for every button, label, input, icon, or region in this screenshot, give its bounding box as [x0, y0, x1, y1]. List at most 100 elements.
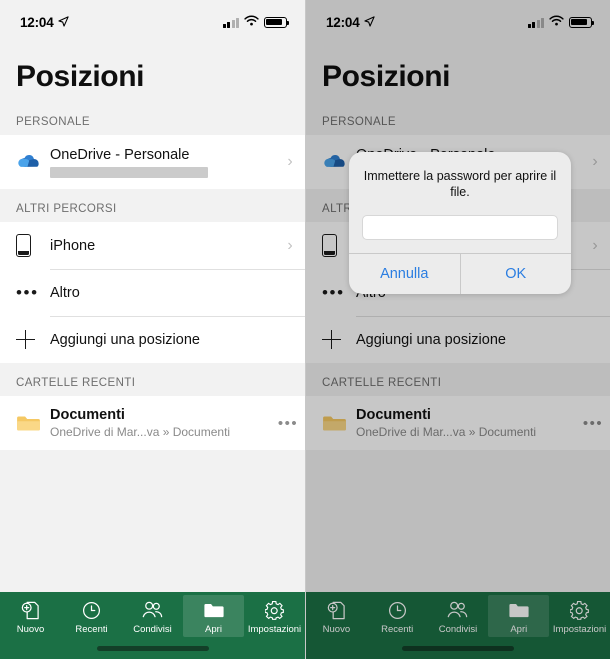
- tab-nuovo[interactable]: Nuovo: [0, 595, 61, 637]
- chevron-right-icon: ›: [287, 153, 293, 170]
- tab-label: Nuovo: [322, 624, 351, 635]
- list-altri-percorsi: iPhone › ••• Altro Aggiungi una posizion…: [0, 222, 305, 363]
- list-item-title: iPhone: [50, 237, 96, 254]
- status-bar: 12:04: [306, 0, 610, 44]
- wifi-icon: [244, 13, 259, 31]
- list-item-iphone[interactable]: iPhone ›: [0, 222, 305, 269]
- clock-icon: [82, 600, 101, 621]
- status-indicators: [527, 13, 595, 31]
- status-bar: 12:04: [0, 0, 305, 44]
- battery-icon: [264, 16, 290, 28]
- documenti-row-body: Documenti OneDrive di Mar...va » Documen…: [356, 407, 576, 439]
- folder-icon: [322, 414, 356, 433]
- status-time-label: 12:04: [326, 14, 360, 30]
- section-header-personale: PERSONALE: [0, 102, 305, 135]
- password-dialog-body: Immettere la password per aprire il file…: [349, 152, 571, 253]
- onedrive-row-body: OneDrive - Personale: [50, 147, 275, 178]
- tab-label: Impostazioni: [552, 624, 607, 635]
- chevron-right-icon: ›: [592, 153, 598, 170]
- list-personale: OneDrive - Personale ›: [0, 135, 305, 189]
- section-header-cartelle-recenti: CARTELLE RECENTI: [0, 363, 305, 396]
- list-item-onedrive[interactable]: OneDrive - Personale ›: [0, 135, 305, 189]
- password-dialog: Immettere la password per aprire il file…: [349, 152, 571, 294]
- list-item-aggiungi-posizione[interactable]: Aggiungi una posizione: [306, 316, 610, 363]
- list-item-title: Documenti: [356, 407, 431, 423]
- page-title: Posizioni: [322, 60, 451, 93]
- gear-icon: [265, 600, 284, 621]
- chevron-right-icon: ›: [287, 236, 293, 254]
- wifi-icon: [549, 13, 564, 31]
- new-document-icon: [21, 600, 40, 621]
- plus-icon: [322, 330, 356, 349]
- tab-impostazioni[interactable]: Impostazioni: [549, 595, 610, 637]
- password-input[interactable]: [362, 214, 558, 240]
- bottom-tab-bar: Nuovo Recenti Condivisi Apri Impostazion…: [306, 592, 610, 659]
- list-item-title: Aggiungi una posizione: [50, 331, 200, 348]
- folder-icon: [16, 414, 50, 433]
- status-time-label: 12:04: [20, 14, 54, 30]
- status-time-group: 12:04: [326, 15, 375, 30]
- people-icon: [446, 600, 469, 621]
- new-document-icon: [327, 600, 346, 621]
- aggiungi-row-body: Aggiungi una posizione: [50, 332, 275, 348]
- tab-recenti[interactable]: Recenti: [61, 595, 122, 637]
- tab-recenti[interactable]: Recenti: [367, 595, 428, 637]
- tab-impostazioni[interactable]: Impostazioni: [244, 595, 305, 637]
- tab-apri[interactable]: Apri: [488, 595, 550, 637]
- onedrive-cloud-icon: [16, 153, 50, 171]
- tab-label: Recenti: [75, 624, 108, 635]
- tab-label: Apri: [510, 624, 528, 635]
- list-item-title: Aggiungi una posizione: [356, 331, 506, 348]
- page-title: Posizioni: [16, 60, 145, 93]
- list-item-title: Documenti: [50, 407, 125, 423]
- section-header-personale: PERSONALE: [306, 102, 610, 135]
- tab-label: Condivisi: [438, 624, 478, 635]
- tab-condivisi[interactable]: Condivisi: [428, 595, 489, 637]
- folder-icon: [203, 600, 225, 621]
- list-item-title: Altro: [50, 284, 80, 301]
- section-header-cartelle-recenti: CARTELLE RECENTI: [306, 363, 610, 396]
- iphone-row-body: iPhone: [50, 238, 275, 254]
- list-item-documenti[interactable]: Documenti OneDrive di Mar...va » Documen…: [306, 396, 610, 450]
- tab-nuovo[interactable]: Nuovo: [306, 595, 367, 637]
- gear-icon: [570, 600, 589, 621]
- iphone-icon: [16, 234, 50, 257]
- cellular-signal-icon: [527, 17, 544, 28]
- aggiungi-row-body: Aggiungi una posizione: [356, 332, 580, 348]
- list-item-aggiungi-posizione[interactable]: Aggiungi una posizione: [0, 316, 305, 363]
- tab-label: Apri: [205, 624, 222, 635]
- bottom-tab-bar: Nuovo Recenti Condivisi Apri Impostazion…: [0, 592, 305, 659]
- phone-screen-left: 12:04 Posizioni PERSONALE OneDrive - Per…: [0, 0, 305, 659]
- tab-label: Nuovo: [16, 624, 45, 635]
- status-time-group: 12:04: [20, 15, 69, 30]
- list-item-documenti[interactable]: Documenti OneDrive di Mar...va » Documen…: [0, 396, 305, 450]
- cellular-signal-icon: [222, 17, 239, 28]
- status-indicators: [222, 13, 290, 31]
- screenshot-pair: 12:04 Posizioni PERSONALE OneDrive - Per…: [0, 0, 610, 659]
- ellipsis-icon: •••: [16, 282, 39, 302]
- list-item-subtitle: OneDrive di Mar...va » Documenti: [356, 425, 537, 439]
- ok-button[interactable]: OK: [459, 253, 572, 294]
- more-options-button[interactable]: •••: [576, 415, 610, 432]
- more-options-button[interactable]: •••: [271, 415, 305, 432]
- tab-label: Impostazioni: [247, 624, 302, 635]
- location-arrow-icon: [57, 15, 69, 30]
- phone-screen-right: 12:04 Posizioni PERSONALE › ALTRI › ••• …: [305, 0, 610, 659]
- password-dialog-actions: Annulla OK: [349, 252, 572, 294]
- altro-row-body: Altro: [50, 285, 275, 301]
- home-indicator: [402, 646, 514, 651]
- home-indicator: [96, 646, 209, 651]
- ellipsis-icon: •••: [322, 282, 345, 302]
- plus-icon: [16, 330, 50, 349]
- list-item-subtitle: OneDrive di Mar...va » Documenti: [50, 425, 231, 439]
- section-header-altri-percorsi: ALTRI PERCORSI: [0, 189, 305, 222]
- tab-condivisi[interactable]: Condivisi: [122, 595, 183, 637]
- battery-icon: [569, 16, 595, 28]
- tab-apri[interactable]: Apri: [183, 595, 244, 637]
- list-cartelle-recenti: Documenti OneDrive di Mar...va » Documen…: [0, 396, 305, 450]
- redacted-account-email: [50, 166, 208, 178]
- list-cartelle-recenti: Documenti OneDrive di Mar...va » Documen…: [306, 396, 610, 450]
- cancel-button[interactable]: Annulla: [349, 254, 460, 294]
- tab-label: Condivisi: [133, 624, 172, 635]
- list-item-altro[interactable]: ••• Altro: [0, 269, 305, 316]
